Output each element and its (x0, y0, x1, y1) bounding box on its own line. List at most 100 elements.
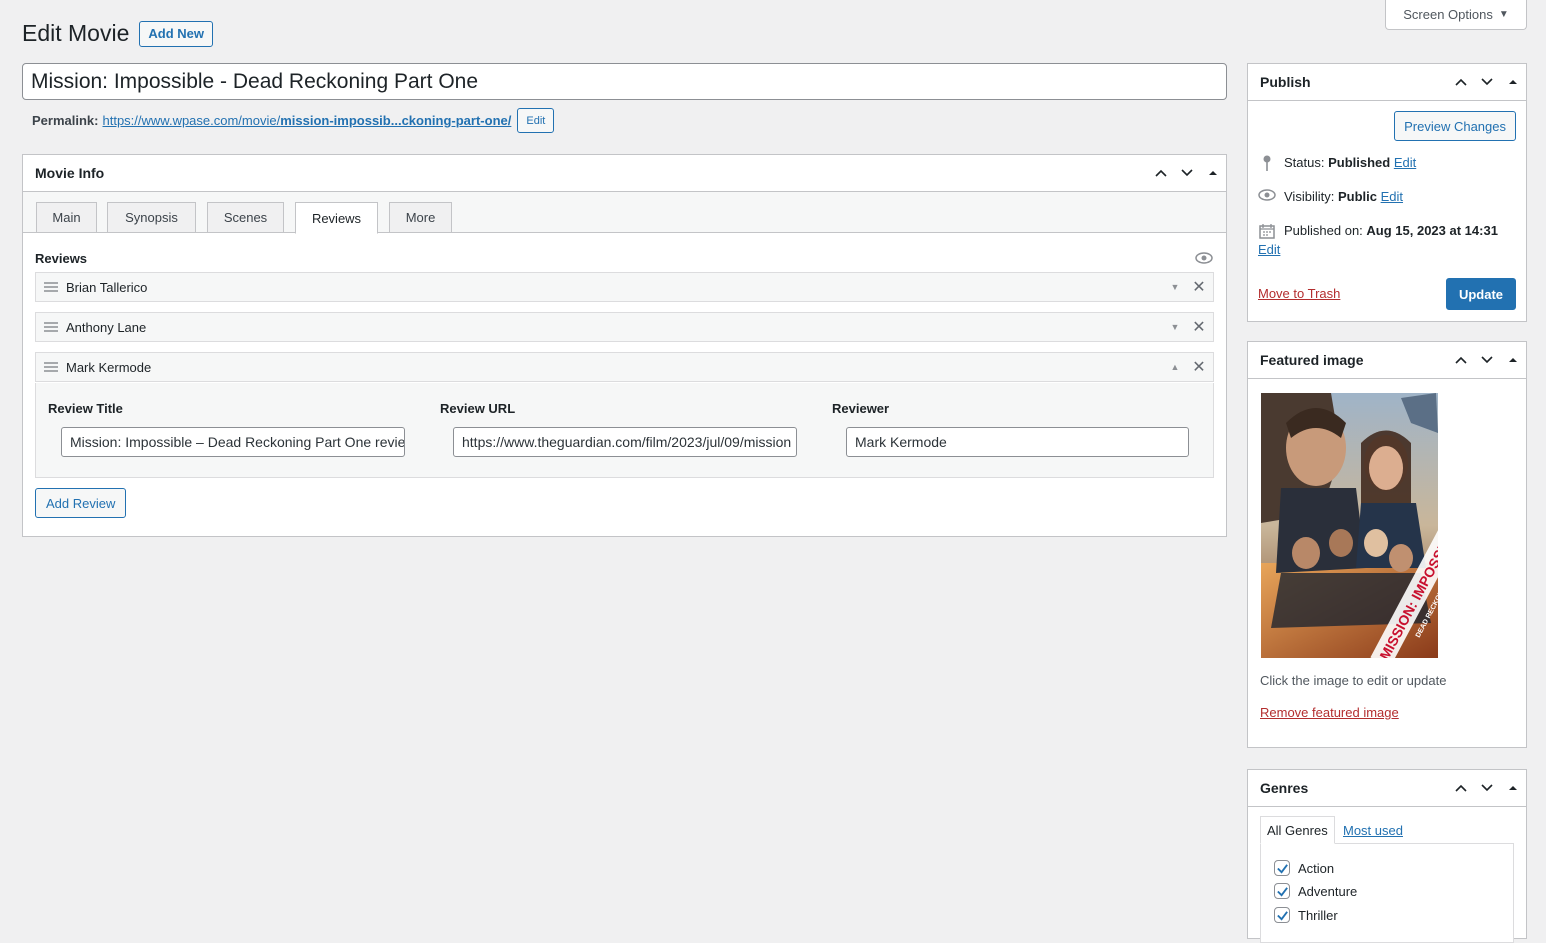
status-edit-link[interactable]: Edit (1394, 155, 1416, 170)
remove-icon[interactable]: ✕ (1185, 277, 1213, 297)
status-label: Status: (1284, 155, 1325, 170)
collapse-icon[interactable] (1500, 342, 1526, 378)
published-row: Published on: Aug 15, 2023 at 14:31 (1258, 223, 1524, 241)
genre-label: Thriller (1298, 907, 1338, 923)
movie-info-box: Movie Info Main Synopsis Scenes Reviews … (22, 154, 1227, 537)
tab-reviews-label: Reviews (311, 210, 362, 226)
review-row[interactable]: Brian Tallerico ▼ ✕ (35, 272, 1214, 302)
add-review-button[interactable]: Add Review (35, 488, 127, 518)
tab-most-used[interactable]: Most used (1343, 816, 1403, 844)
visibility-row: Visibility: Public Edit (1258, 189, 1403, 204)
collapse-icon[interactable] (1500, 64, 1526, 100)
status-text: Status: Published Edit (1284, 155, 1416, 170)
move-up-icon[interactable] (1448, 64, 1474, 100)
expand-icon[interactable]: ▼ (1165, 322, 1185, 332)
remove-icon[interactable]: ✕ (1185, 317, 1213, 337)
tab-scenes-label: Scenes (223, 210, 268, 225)
status-value: Published (1328, 155, 1391, 170)
genres-title: Genres (1260, 780, 1309, 796)
tab-main[interactable]: Main (36, 202, 97, 233)
review-row[interactable]: Anthony Lane ▼ ✕ (35, 312, 1214, 342)
featured-image-box: Featured image DEAD Click the image to e… (1247, 341, 1527, 748)
preview-changes-button[interactable]: Preview Changes (1394, 111, 1516, 141)
review-title-label: Review Title (48, 401, 123, 416)
tab-synopsis[interactable]: Synopsis (107, 202, 196, 233)
post-title-input[interactable] (22, 63, 1227, 100)
caret-down-icon: ▼ (1498, 9, 1509, 20)
move-down-icon[interactable] (1474, 64, 1500, 100)
genres-header: Genres (1248, 770, 1526, 807)
remove-icon[interactable]: ✕ (1185, 357, 1213, 377)
review-row-name: Brian Tallerico (66, 279, 148, 295)
tab-scenes[interactable]: Scenes (207, 202, 284, 233)
genre-label: Action (1298, 860, 1335, 876)
reviewer-input[interactable]: Mark Kermode (846, 427, 1189, 457)
review-row-name: Mark Kermode (66, 359, 152, 375)
published-label: Published on: (1284, 223, 1363, 238)
permalink: Permalink: https://www.wpase.com/movie/m… (32, 108, 555, 133)
published-edit-link[interactable]: Edit (1258, 242, 1280, 257)
eye-icon (1258, 189, 1276, 201)
title-wrap (22, 63, 1227, 100)
move-down-icon[interactable] (1474, 342, 1500, 378)
move-up-icon[interactable] (1448, 770, 1474, 806)
publish-box: Publish Preview Changes Status: Publishe… (1247, 63, 1527, 322)
review-row[interactable]: Mark Kermode ▲ ✕ (35, 352, 1214, 382)
genres-box: Genres All Genres Most used Action Adven… (1247, 769, 1527, 943)
screen-options-button[interactable]: Screen Options ▼ (1385, 0, 1527, 30)
calendar-icon (1258, 223, 1276, 239)
review-row-body: Review Title Mission: Impossible – Dead … (35, 383, 1214, 478)
genre-item[interactable]: Thriller (1274, 907, 1338, 923)
tab-more[interactable]: More (389, 202, 452, 233)
handle-actions (1448, 342, 1526, 378)
pin-icon (1258, 155, 1276, 171)
move-up-icon[interactable] (1148, 155, 1174, 191)
genre-item[interactable]: Action (1274, 860, 1334, 876)
move-to-trash-link[interactable]: Move to Trash (1258, 286, 1340, 301)
publish-header: Publish (1248, 64, 1526, 101)
visibility-edit-link[interactable]: Edit (1381, 189, 1403, 204)
update-button[interactable]: Update (1446, 278, 1516, 310)
drag-handle-icon[interactable] (36, 362, 66, 372)
move-up-icon[interactable] (1448, 342, 1474, 378)
reviews-label: Reviews (35, 251, 88, 266)
drag-handle-icon[interactable] (36, 322, 66, 332)
tab-all-genres[interactable]: All Genres (1260, 816, 1335, 844)
add-new-button[interactable]: Add New (139, 20, 213, 47)
featured-image-title: Featured image (1260, 352, 1364, 368)
permalink-slug: mission-impossib...ckoning-part-one/ (280, 113, 512, 128)
review-url-input[interactable]: https://www.theguardian.com/film/2023/ju… (453, 427, 797, 457)
collapse-row-icon[interactable]: ▲ (1165, 362, 1185, 372)
check-icon (1276, 886, 1288, 897)
genre-item[interactable]: Adventure (1274, 883, 1357, 899)
genres-checklist: Action Adventure Thriller (1260, 843, 1514, 943)
drag-handle-icon[interactable] (36, 282, 66, 292)
tab-more-label: More (405, 210, 436, 225)
genre-checkbox[interactable] (1274, 907, 1290, 923)
reviewer-label: Reviewer (832, 401, 890, 416)
tab-synopsis-label: Synopsis (125, 210, 178, 225)
expand-icon[interactable]: ▼ (1165, 282, 1185, 292)
collapse-icon[interactable] (1500, 770, 1526, 806)
move-down-icon[interactable] (1174, 155, 1200, 191)
review-title-input[interactable]: Mission: Impossible – Dead Reckoning Par… (61, 427, 405, 457)
genre-checkbox[interactable] (1274, 883, 1290, 899)
published-value: Aug 15, 2023 at 14:31 (1366, 223, 1498, 238)
genre-checkbox[interactable] (1274, 860, 1290, 876)
published-text: Published on: Aug 15, 2023 at 14:31 (1284, 221, 1524, 241)
genre-label: Adventure (1298, 883, 1358, 899)
featured-image-poster[interactable]: MISSION: IMPOSSIBLE DEAD RECKONING (1261, 393, 1438, 658)
permalink-edit-button[interactable]: Edit (517, 108, 555, 133)
eye-icon[interactable] (1195, 252, 1213, 267)
review-row-name: Anthony Lane (66, 319, 147, 335)
tab-reviews[interactable]: Reviews (295, 202, 378, 234)
page-title: Edit Movie (22, 20, 130, 46)
move-down-icon[interactable] (1474, 770, 1500, 806)
featured-image-hint: Click the image to edit or update (1260, 673, 1447, 688)
visibility-value: Public (1337, 189, 1377, 204)
handle-actions (1448, 64, 1526, 100)
permalink-link[interactable]: https://www.wpase.com/movie/mission-impo… (102, 113, 511, 128)
permalink-base: https://www.wpase.com/movie/ (102, 113, 281, 128)
collapse-icon[interactable] (1200, 155, 1226, 191)
remove-featured-image-link[interactable]: Remove featured image (1260, 705, 1399, 720)
